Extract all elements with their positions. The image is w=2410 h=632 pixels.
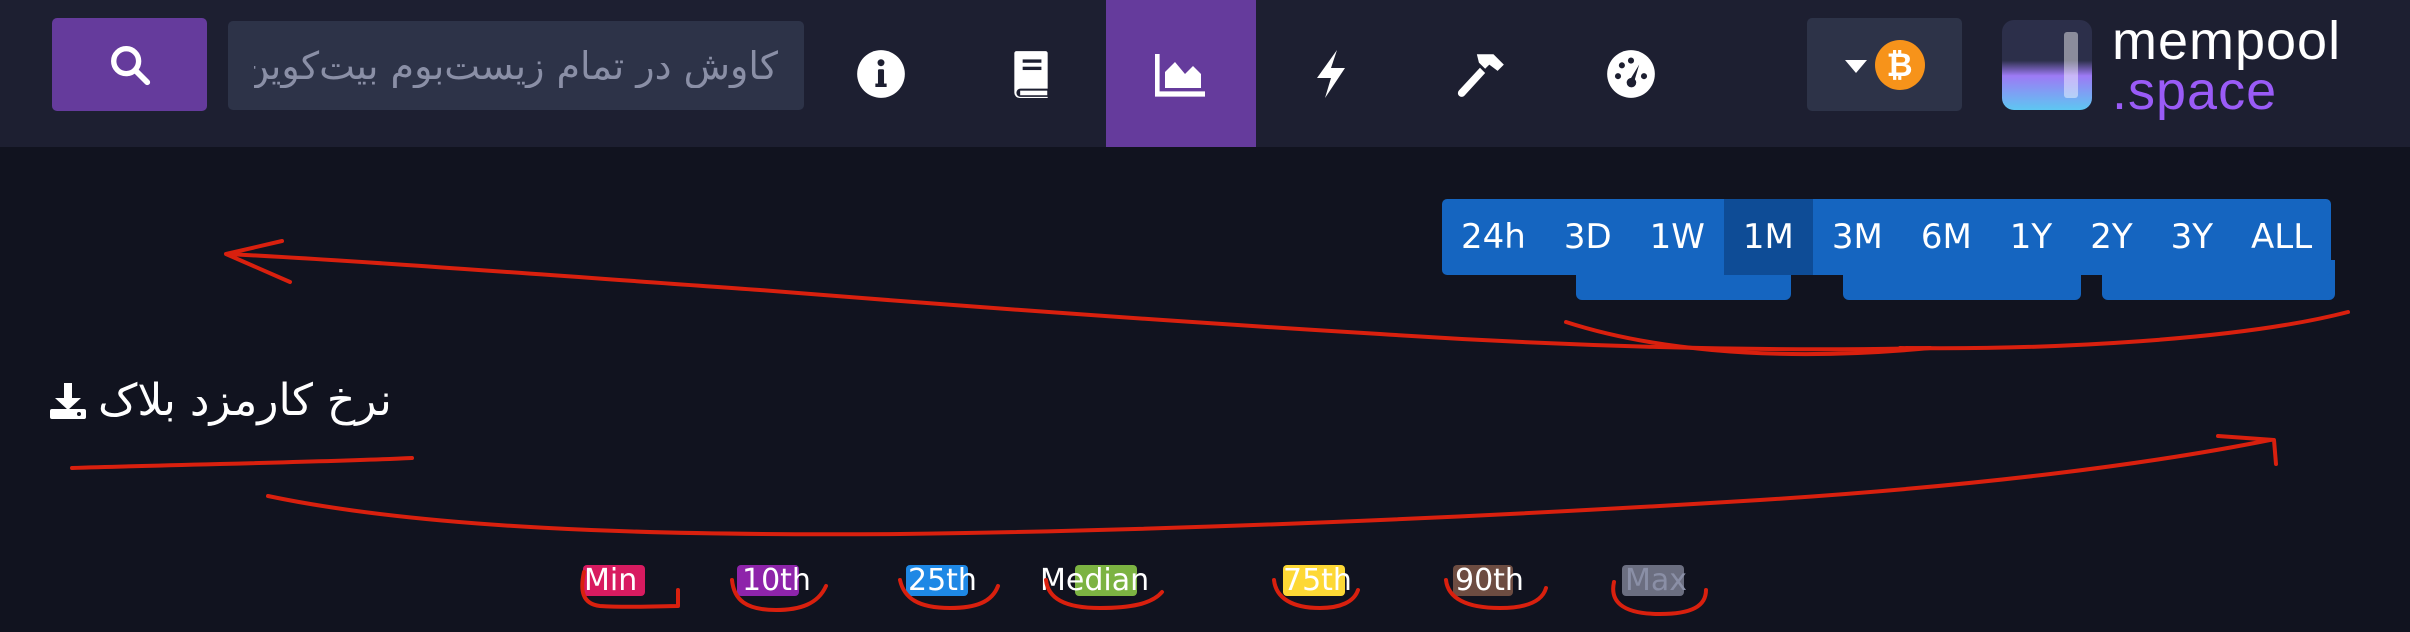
range-button-6m[interactable]: 6M <box>1902 199 1991 275</box>
nav-item-about[interactable] <box>806 0 956 147</box>
logo-text-mempool: mempool <box>2112 11 2342 71</box>
legend-label: 10th <box>742 562 811 598</box>
annotation-underline-range <box>1564 320 1932 357</box>
range-button-1w[interactable]: 1W <box>1631 199 1724 275</box>
time-range-selector: 24h 3D 1W 1M 3M 6M 1Y 2Y 3Y ALL <box>1442 199 2332 275</box>
legend-item-90th[interactable]: 90th <box>1455 562 1524 598</box>
navbar: ₿ mempool .space <box>0 0 2410 147</box>
nav-item-lightning[interactable] <box>1256 0 1406 147</box>
hammer-icon <box>1457 53 1504 97</box>
currency-selector[interactable]: ₿ <box>1807 18 1962 111</box>
page-title: نرخ کارمزد بلاک <box>98 375 392 426</box>
range-button-3d[interactable]: 3D <box>1545 199 1631 275</box>
chart-title: نرخ کارمزد بلاک <box>48 375 392 426</box>
download-icon[interactable] <box>48 381 88 421</box>
annotation-underline-range-right <box>1898 310 2350 351</box>
legend-label: 90th <box>1455 562 1524 598</box>
legend-label: Max <box>1625 562 1688 598</box>
annotation-underline-title <box>70 456 414 470</box>
legend-item-25th[interactable]: 25th <box>908 562 977 598</box>
book-icon <box>1014 50 1048 98</box>
legend-item-10th[interactable]: 10th <box>742 562 811 598</box>
range-button-3m[interactable]: 3M <box>1813 199 1902 275</box>
nav-item-docs[interactable] <box>956 0 1106 147</box>
info-icon <box>857 49 905 98</box>
legend-item-min[interactable]: Min <box>584 562 638 598</box>
range-button-all[interactable]: ALL <box>2232 199 2331 275</box>
chart-area-icon <box>1155 53 1205 97</box>
logo[interactable]: mempool .space <box>2112 14 2341 118</box>
logo-text-space: .space <box>2112 61 2278 121</box>
legend-label: Median <box>1040 562 1150 598</box>
range-button-24h[interactable]: 24h <box>1442 199 1545 275</box>
nav-item-mining[interactable] <box>1406 0 1556 147</box>
dashboard-gauge-icon <box>1607 49 1655 98</box>
range-button-1y[interactable]: 1Y <box>1991 199 2071 275</box>
search-button[interactable] <box>52 18 207 111</box>
legend-item-75th[interactable]: 75th <box>1283 562 1352 598</box>
nav-item-dashboard[interactable] <box>1556 0 1706 147</box>
search-input[interactable] <box>228 21 804 110</box>
range-button-2y[interactable]: 2Y <box>2071 199 2151 275</box>
range-button-1m[interactable]: 1M <box>1723 199 1813 275</box>
bitcoin-icon: ₿ <box>1874 39 1925 90</box>
range-button-3y[interactable]: 3Y <box>2152 199 2232 275</box>
search-icon <box>110 45 150 85</box>
legend-label: Min <box>584 562 638 598</box>
annotation-arrow-right <box>266 438 2272 537</box>
legend-item-median[interactable]: Median <box>1040 562 1150 598</box>
annotation-arrow-right-head <box>2216 434 2278 466</box>
legend-item-max[interactable]: Max <box>1625 562 1688 598</box>
lightning-icon <box>1317 49 1345 98</box>
logo-mark[interactable] <box>2002 20 2092 110</box>
annotation-arrow-left-head <box>224 239 292 284</box>
legend-label: 25th <box>908 562 977 598</box>
nav-item-graphs[interactable] <box>1106 0 1256 147</box>
chevron-down-icon <box>1844 60 1867 73</box>
legend-label: 75th <box>1283 562 1352 598</box>
